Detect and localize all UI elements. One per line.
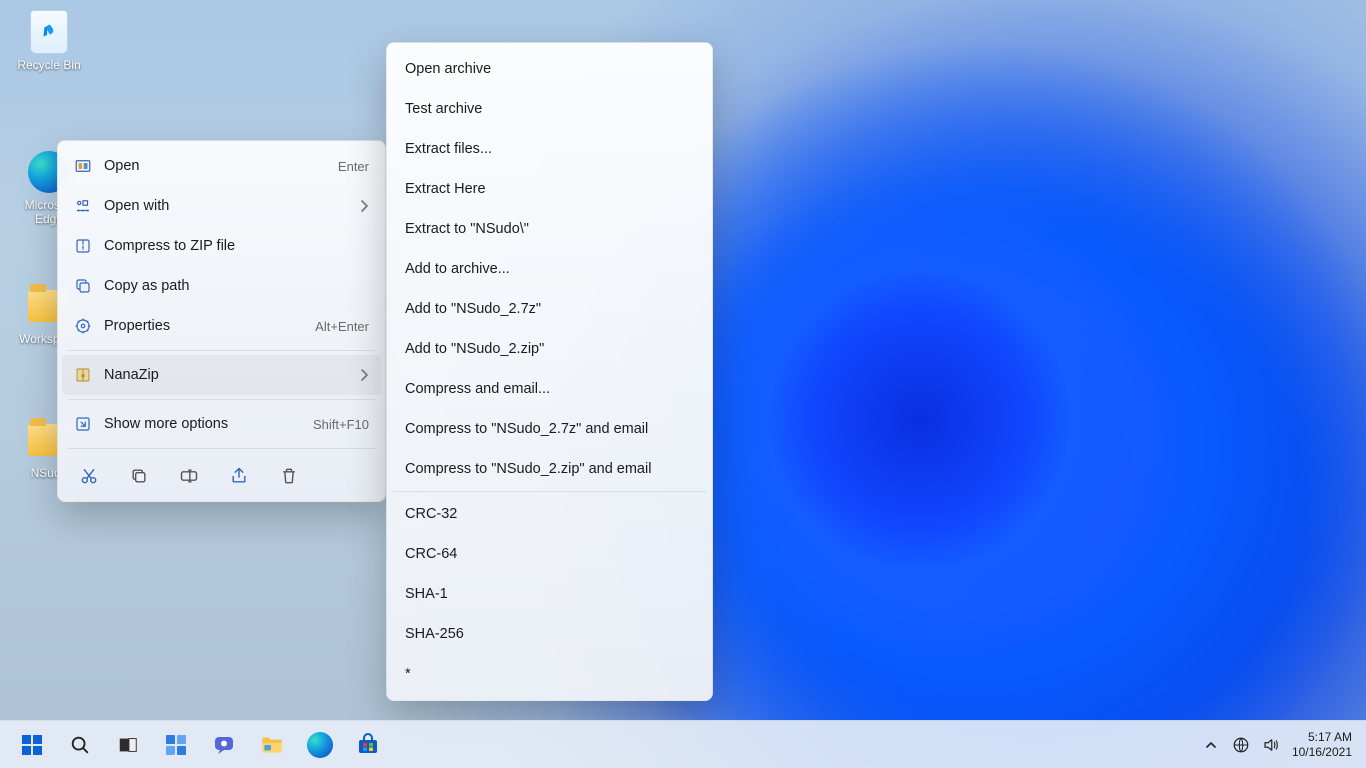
ctx-nanazip[interactable]: NanaZip	[62, 355, 381, 395]
ctx-show-more-options[interactable]: Show more options Shift+F10	[58, 404, 385, 444]
ctx-label: Properties	[104, 318, 170, 334]
ctx-compress-zip[interactable]: Compress to ZIP file	[58, 226, 385, 266]
ctx-label: Open with	[104, 198, 169, 214]
sub-label: Add to "NSudo_2.zip"	[405, 341, 544, 357]
sub-label: Test archive	[405, 101, 482, 117]
separator	[393, 491, 706, 492]
share-button[interactable]	[228, 465, 250, 487]
desktop-icon-recycle-bin[interactable]: Recycle Bin	[10, 10, 88, 72]
cut-button[interactable]	[78, 465, 100, 487]
chevron-right-icon	[359, 199, 369, 213]
copy-button[interactable]	[128, 465, 150, 487]
ctx-open[interactable]: Open Enter	[58, 146, 385, 186]
submenu-item[interactable]: *	[387, 654, 712, 694]
submenu-item[interactable]: Compress and email...	[387, 369, 712, 409]
submenu-item[interactable]: Compress to "NSudo_2.zip" and email	[387, 449, 712, 489]
ctx-shortcut: Alt+Enter	[315, 319, 369, 334]
submenu-item[interactable]: SHA-1	[387, 574, 712, 614]
submenu-item[interactable]: Open archive	[387, 49, 712, 89]
ctx-label: Compress to ZIP file	[104, 238, 235, 254]
chat-button[interactable]	[204, 725, 244, 765]
ctx-label: Copy as path	[104, 278, 189, 294]
submenu-item[interactable]: Add to archive...	[387, 249, 712, 289]
sub-label: Extract Here	[405, 181, 486, 197]
store-button[interactable]	[348, 725, 388, 765]
ctx-copy-as-path[interactable]: Copy as path	[58, 266, 385, 306]
taskbar: 5:17 AM 10/16/2021	[0, 720, 1366, 768]
edge-taskbar-button[interactable]	[300, 725, 340, 765]
taskbar-clock[interactable]: 5:17 AM 10/16/2021	[1292, 730, 1356, 760]
sub-label: Extract to "NSudo\"	[405, 221, 529, 237]
submenu-item[interactable]: CRC-32	[387, 494, 712, 534]
submenu-item[interactable]: Add to "NSudo_2.zip"	[387, 329, 712, 369]
sub-label: Compress to "NSudo_2.zip" and email	[405, 461, 651, 477]
clock-time: 5:17 AM	[1292, 730, 1352, 745]
ctx-shortcut: Shift+F10	[313, 417, 369, 432]
sub-label: Compress and email...	[405, 381, 550, 397]
start-button[interactable]	[12, 725, 52, 765]
rename-button[interactable]	[178, 465, 200, 487]
file-explorer-button[interactable]	[252, 725, 292, 765]
submenu-item[interactable]: CRC-64	[387, 534, 712, 574]
ctx-label: Open	[104, 158, 139, 174]
delete-button[interactable]	[278, 465, 300, 487]
submenu-item[interactable]: Compress to "NSudo_2.7z" and email	[387, 409, 712, 449]
ctx-label: NanaZip	[104, 367, 159, 383]
ctx-properties[interactable]: Properties Alt+Enter	[58, 306, 385, 346]
desktop-icon-label: Recycle Bin	[10, 58, 88, 72]
sub-label: SHA-256	[405, 626, 464, 642]
widgets-button[interactable]	[156, 725, 196, 765]
task-view-button[interactable]	[108, 725, 148, 765]
sub-label: *	[405, 666, 411, 682]
sub-label: Extract files...	[405, 141, 492, 157]
submenu-item[interactable]: Add to "NSudo_2.7z"	[387, 289, 712, 329]
submenu-item[interactable]: Extract files...	[387, 129, 712, 169]
open-with-icon	[74, 197, 92, 215]
recycle-bin-icon	[27, 10, 71, 54]
sub-label: Add to archive...	[405, 261, 510, 277]
submenu-item[interactable]: Test archive	[387, 89, 712, 129]
properties-icon	[74, 317, 92, 335]
ctx-shortcut: Enter	[338, 159, 369, 174]
chevron-right-icon	[359, 368, 369, 382]
open-icon	[74, 157, 92, 175]
nanazip-submenu: Open archive Test archive Extract files.…	[386, 42, 713, 701]
context-menu: Open Enter Open with Compress to ZIP fil…	[57, 140, 386, 502]
clock-date: 10/16/2021	[1292, 745, 1352, 760]
show-more-icon	[74, 415, 92, 433]
submenu-item[interactable]: Extract Here	[387, 169, 712, 209]
sub-label: Add to "NSudo_2.7z"	[405, 301, 541, 317]
sub-label: SHA-1	[405, 586, 448, 602]
ctx-open-with[interactable]: Open with	[58, 186, 385, 226]
separator	[68, 448, 375, 449]
submenu-item[interactable]: SHA-256	[387, 614, 712, 654]
network-icon[interactable]	[1232, 736, 1250, 754]
sub-label: CRC-32	[405, 506, 457, 522]
sub-label: Compress to "NSudo_2.7z" and email	[405, 421, 648, 437]
search-button[interactable]	[60, 725, 100, 765]
separator	[68, 399, 375, 400]
separator	[68, 350, 375, 351]
sub-label: CRC-64	[405, 546, 457, 562]
copy-path-icon	[74, 277, 92, 295]
zip-icon	[74, 237, 92, 255]
context-menu-actionbar	[58, 453, 385, 501]
ctx-label: Show more options	[104, 416, 228, 432]
nanazip-icon	[74, 366, 92, 384]
volume-icon[interactable]	[1262, 736, 1280, 754]
submenu-item[interactable]: Extract to "NSudo\"	[387, 209, 712, 249]
tray-chevron-up-icon[interactable]	[1202, 736, 1220, 754]
sub-label: Open archive	[405, 61, 491, 77]
